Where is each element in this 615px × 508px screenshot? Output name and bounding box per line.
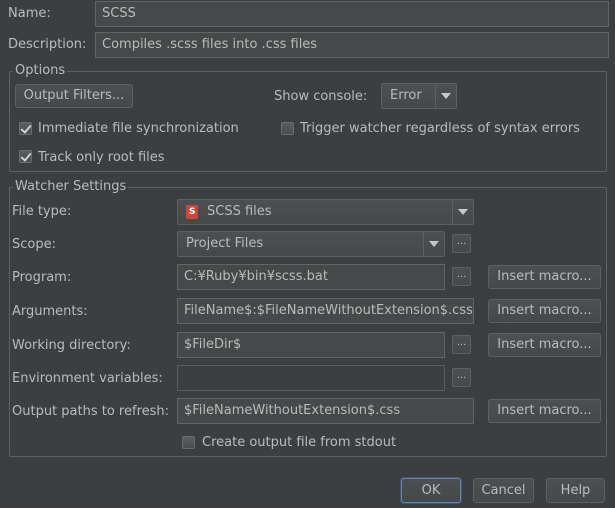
env-vars-browse-button[interactable]: ... (452, 368, 471, 387)
file-type-select[interactable]: SCSS files (177, 199, 474, 225)
help-button[interactable]: Help (546, 478, 605, 503)
scope-value: Project Files (186, 236, 264, 251)
track-root-checkbox[interactable] (19, 150, 32, 163)
working-dir-browse-button[interactable]: ... (452, 335, 471, 354)
output-filters-button[interactable]: Output Filters... (15, 84, 133, 108)
output-paths-field[interactable]: $FileNameWithoutExtension$.css (177, 398, 474, 424)
arguments-label: Arguments: (12, 304, 88, 319)
stdout-label[interactable]: Create output file from stdout (202, 435, 396, 451)
trigger-watcher-checkbox[interactable] (281, 122, 294, 135)
scope-label: Scope: (12, 237, 56, 252)
options-title: Options (13, 63, 68, 78)
program-label: Program: (12, 270, 72, 285)
env-vars-label: Environment variables: (12, 371, 163, 386)
cancel-button[interactable]: Cancel (473, 478, 534, 503)
immediate-sync-label[interactable]: Immediate file synchronization (38, 121, 239, 137)
name-label: Name: (8, 6, 51, 21)
ok-button[interactable]: OK (401, 478, 461, 503)
output-paths-label: Output paths to refresh: (12, 404, 170, 419)
env-vars-field[interactable] (177, 365, 445, 391)
show-console-value: Error (390, 88, 422, 103)
program-insert-macro-button[interactable]: Insert macro... (488, 265, 601, 289)
file-type-label: File type: (12, 204, 72, 219)
description-label: Description: (8, 37, 87, 52)
name-field[interactable]: SCSS (95, 1, 609, 27)
immediate-sync-checkbox[interactable] (19, 122, 32, 135)
program-browse-button[interactable]: ... (452, 267, 471, 286)
program-field[interactable]: C:¥Ruby¥bin¥scss.bat (177, 264, 445, 290)
arguments-field[interactable]: FileName$:$FileNameWithoutExtension$.css (177, 298, 474, 324)
chevron-down-icon[interactable] (423, 232, 444, 256)
file-type-value: SCSS files (207, 204, 272, 219)
watcher-settings-title: Watcher Settings (13, 179, 129, 194)
description-field[interactable]: Compiles .scss files into .css files (95, 32, 609, 58)
scss-file-icon (186, 205, 198, 219)
chevron-down-icon[interactable] (435, 84, 456, 108)
show-console-label: Show console: (274, 89, 368, 104)
working-dir-label: Working directory: (12, 338, 131, 353)
arguments-insert-macro-button[interactable]: Insert macro... (488, 299, 601, 323)
track-root-label[interactable]: Track only root files (38, 150, 165, 166)
trigger-watcher-label[interactable]: Trigger watcher regardless of syntax err… (300, 121, 580, 137)
chevron-down-icon[interactable] (452, 200, 473, 224)
output-paths-insert-macro-button[interactable]: Insert macro... (488, 399, 601, 423)
scope-browse-button[interactable]: ... (452, 234, 471, 253)
working-dir-insert-macro-button[interactable]: Insert macro... (488, 333, 601, 357)
stdout-checkbox[interactable] (182, 436, 195, 449)
working-dir-field[interactable]: $FileDir$ (177, 332, 445, 358)
scope-select[interactable]: Project Files (177, 231, 445, 257)
show-console-select[interactable]: Error (381, 83, 457, 109)
